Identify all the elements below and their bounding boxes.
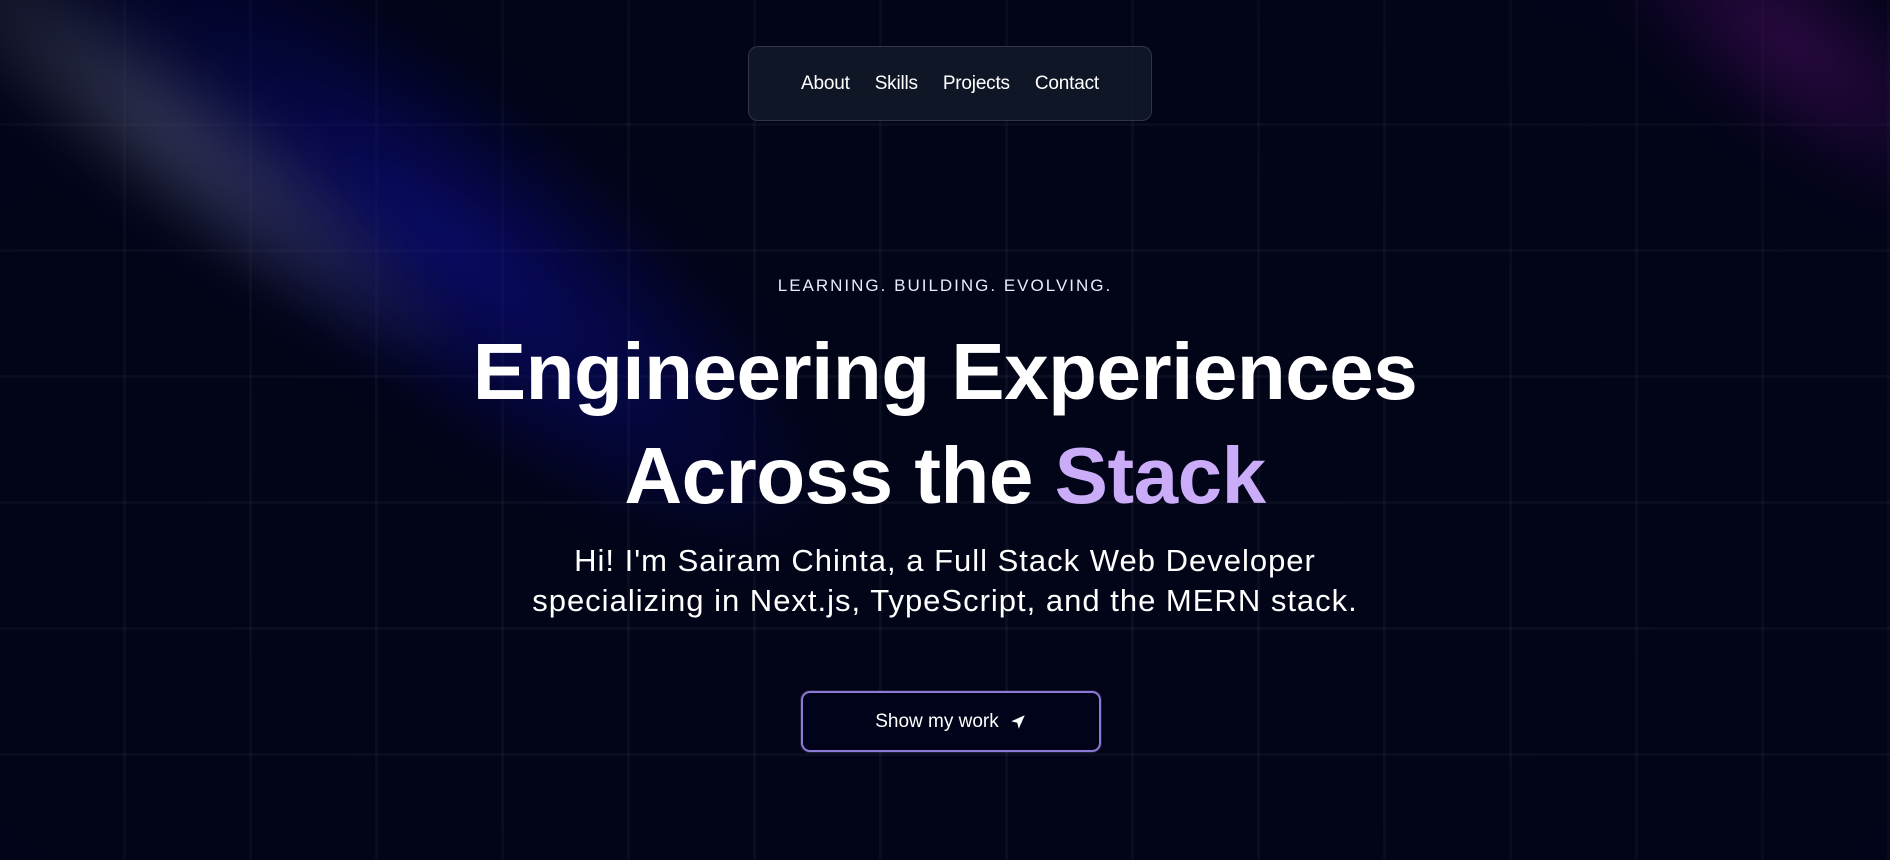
cta-label: Show my work (875, 710, 999, 732)
nav-link-skills[interactable]: Skills (875, 73, 918, 95)
nav-link-contact[interactable]: Contact (1035, 73, 1099, 95)
intro-line-1: Hi! I'm Sairam Chinta, a Full Stack Web … (574, 543, 1316, 578)
hero-eyebrow: LEARNING. BUILDING. EVOLVING. (777, 276, 1113, 295)
headline-line-1: Engineering Experiences (472, 327, 1418, 416)
nav-link-about[interactable]: About (801, 73, 850, 95)
hero-intro: Hi! I'm Sairam Chinta, a Full Stack Web … (0, 541, 1890, 621)
intro-line-2: specializing in Next.js, TypeScript, and… (532, 583, 1358, 618)
send-arrow-icon (1009, 713, 1027, 731)
headline-accent-word: Stack (1054, 431, 1266, 520)
nav-link-projects[interactable]: Projects (943, 73, 1010, 95)
headline-line-2-prefix: Across the (624, 431, 1055, 520)
page: About Skills Projects Contact LEARNING. … (0, 0, 1890, 860)
floating-navbar: About Skills Projects Contact (748, 46, 1152, 121)
show-my-work-button[interactable]: Show my work (801, 691, 1101, 752)
hero-headline: Engineering Experiences Across the Stack (0, 320, 1890, 528)
